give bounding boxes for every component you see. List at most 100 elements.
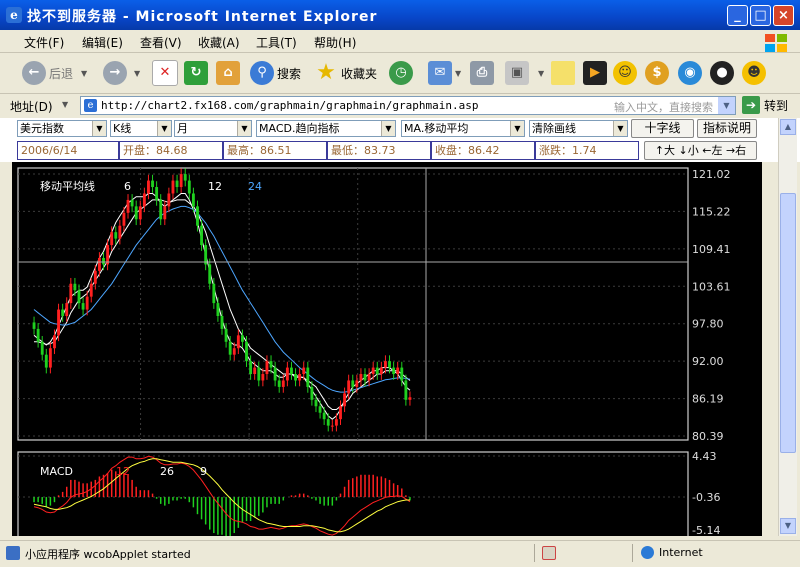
- note-icon: [551, 61, 575, 85]
- candle-body: [408, 397, 412, 400]
- note-button[interactable]: [551, 59, 578, 87]
- candle-body: [314, 399, 318, 407]
- pan-left-button[interactable]: ←左: [702, 144, 722, 157]
- back-button[interactable]: ← 后退 ▼: [22, 59, 87, 87]
- menu-tools[interactable]: 工具(T): [256, 34, 297, 51]
- candle-body: [228, 341, 232, 355]
- clear-lines-select[interactable]: 清除画线 ▼: [529, 120, 628, 137]
- security-zone: Internet: [659, 546, 703, 559]
- search-button[interactable]: ⚲ 搜索: [250, 59, 301, 87]
- candle-body: [298, 374, 302, 381]
- zoom-in-button[interactable]: ↑大: [655, 144, 675, 157]
- candle-body: [73, 283, 77, 291]
- address-bar: 地址(D) ▼ e http://chart2.fx168.com/graphm…: [0, 94, 800, 119]
- zoom-out-button[interactable]: ↓小: [679, 144, 699, 157]
- candle-body: [183, 174, 187, 181]
- emoji-button[interactable]: ☻: [742, 59, 769, 87]
- menu-view[interactable]: 查看(V): [140, 34, 182, 51]
- candle-body: [343, 393, 347, 407]
- menu-file[interactable]: 文件(F): [24, 34, 64, 51]
- candle-body: [322, 412, 326, 420]
- nav-buttons: ↑大 ↓小 ←左 →右: [644, 141, 757, 160]
- address-dropdown-icon[interactable]: ▼: [718, 97, 735, 114]
- chevron-down-icon: ▼: [613, 121, 627, 136]
- address-field[interactable]: e http://chart2.fx168.com/graphmain/grap…: [80, 96, 736, 115]
- popup-blocked-icon[interactable]: [542, 546, 556, 560]
- ma-line-24: [33, 205, 411, 393]
- candle-body: [351, 380, 355, 387]
- scroll-down-icon[interactable]: ▼: [780, 518, 796, 534]
- chevron-down-icon: ▼: [157, 121, 171, 136]
- address-url[interactable]: http://chart2.fx168.com/graphmain/graphm…: [101, 99, 479, 112]
- crosshair-button[interactable]: 十字线: [631, 119, 694, 138]
- menu-help[interactable]: 帮助(H): [314, 34, 356, 51]
- minimize-button[interactable]: _: [727, 5, 748, 26]
- candle-body: [53, 335, 56, 349]
- candle-body: [253, 367, 257, 375]
- refresh-button[interactable]: ↻: [184, 59, 211, 87]
- vertical-scrollbar[interactable]: ▲ ▼: [778, 118, 797, 536]
- menu-favorites[interactable]: 收藏(A): [198, 34, 240, 51]
- close-button[interactable]: ×: [773, 5, 794, 26]
- indicator-select[interactable]: MACD.趋向指标 ▼: [256, 120, 396, 137]
- mail-button[interactable]: ✉ ▼: [428, 59, 461, 87]
- candle-body: [57, 309, 60, 336]
- qq-button[interactable]: ●: [710, 59, 737, 87]
- chart-type-select[interactable]: K线 ▼: [110, 120, 172, 137]
- go-button[interactable]: ➔ 转到: [742, 96, 788, 114]
- chart-canvas[interactable]: 移动平均线 6 12 24 MACD 12 26 9 121.02115.221…: [12, 162, 762, 543]
- candle-body: [285, 367, 289, 381]
- candle-body: [179, 174, 183, 188]
- candle-body: [175, 180, 179, 188]
- candle-body: [326, 419, 330, 426]
- address-menu-icon[interactable]: ▼: [62, 100, 68, 109]
- forward-button[interactable]: → ▼: [103, 59, 140, 87]
- scroll-up-icon[interactable]: ▲: [780, 119, 796, 135]
- messenger-button[interactable]: ◉: [678, 59, 705, 87]
- emoticon-button[interactable]: ☺: [613, 59, 640, 87]
- ma-select[interactable]: MA.移动平均 ▼: [401, 120, 525, 137]
- candle-body: [167, 193, 171, 207]
- mail-icon: ✉: [428, 61, 452, 85]
- address-search-hint: 输入中文，直接搜索: [614, 101, 713, 114]
- media-player-icon: ▶: [583, 61, 607, 85]
- ma-legend-24: 24: [248, 180, 262, 193]
- print-button[interactable]: ⎙: [470, 59, 497, 87]
- title-bar[interactable]: e 找不到服务器 - Microsoft Internet Explorer _…: [0, 0, 800, 30]
- refresh-icon: ↻: [184, 61, 208, 85]
- scroll-thumb[interactable]: [780, 193, 796, 453]
- candle-body: [40, 341, 44, 355]
- chart-applet[interactable]: 移动平均线 6 12 24 MACD 12 26 9 121.02 115.22 1…: [12, 162, 762, 543]
- candle-body: [330, 425, 334, 427]
- home-button[interactable]: ⌂: [216, 59, 243, 87]
- edit-button[interactable]: ▣ ▼: [505, 59, 544, 87]
- period-select[interactable]: 月 ▼: [174, 120, 252, 137]
- price-tick-label: 109.41: [692, 243, 731, 256]
- pan-right-button[interactable]: →右: [726, 144, 746, 157]
- candle-body: [208, 264, 212, 284]
- candle-body: [89, 283, 93, 297]
- candle-body: [273, 367, 277, 381]
- money-button[interactable]: $: [645, 59, 672, 87]
- history-button[interactable]: ◷: [389, 59, 416, 87]
- candle-body: [236, 335, 240, 349]
- maximize-button[interactable]: □: [750, 5, 771, 26]
- macd-tick-label: -0.36: [692, 491, 720, 504]
- candle-body: [77, 290, 81, 304]
- back-dropdown-icon[interactable]: ▼: [81, 69, 87, 78]
- price-axis: 121.02 115.22 109.41 103.61 97.80 92.00 86.19 8…: [692, 168, 731, 443]
- favorites-button[interactable]: ★ 收藏夹: [314, 59, 377, 87]
- chevron-down-icon: ▼: [381, 121, 395, 136]
- stop-button[interactable]: ✕: [152, 59, 181, 87]
- price-tick-label: 92.00: [692, 355, 724, 368]
- indicator-help-button[interactable]: 指标说明: [697, 119, 757, 138]
- menu-edit[interactable]: 编辑(E): [82, 34, 123, 51]
- candle-body: [281, 380, 285, 387]
- search-icon: ⚲: [250, 61, 274, 85]
- symbol-select[interactable]: 美元指数 ▼: [17, 120, 107, 137]
- candle-body: [48, 348, 52, 368]
- media-button[interactable]: ▶: [583, 59, 610, 87]
- candle-body: [196, 206, 199, 226]
- candle-body: [44, 354, 48, 368]
- chevron-down-icon: ▼: [92, 121, 106, 136]
